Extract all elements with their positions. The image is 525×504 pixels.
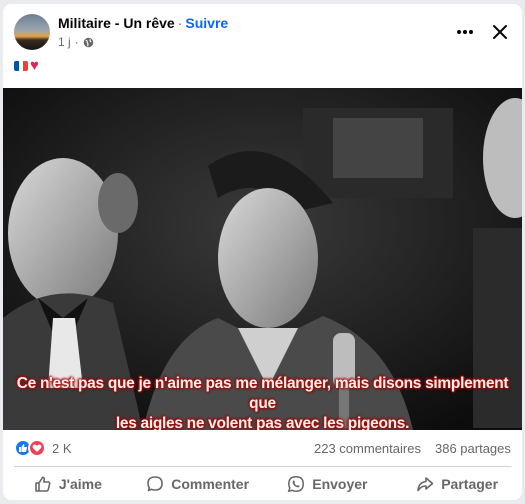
more-icon xyxy=(457,30,473,34)
like-label: J'aime xyxy=(58,475,102,492)
post-caption: ♥ xyxy=(14,57,39,74)
share-label: Partager xyxy=(441,475,499,492)
comment-label: Commenter xyxy=(171,475,250,492)
subtitle-line-1: Ce n'est pas que je n'aime pas me mélang… xyxy=(16,375,509,412)
reactions-summary[interactable]: 2 K xyxy=(14,439,72,457)
action-bar: J'aime Commenter Envoyer Partager xyxy=(3,467,522,500)
send-label: Envoyer xyxy=(312,475,368,492)
globe-icon xyxy=(83,37,93,47)
love-reaction-icon xyxy=(28,439,46,457)
close-button[interactable] xyxy=(486,18,514,46)
post-card: Militaire - Un rêve · Suivre 1 j · ♥ Ce … xyxy=(3,4,522,500)
share-button[interactable]: Partager xyxy=(392,467,522,500)
reaction-count: 2 K xyxy=(52,440,72,456)
france-flag-icon xyxy=(14,61,28,71)
post-header: Militaire - Un rêve · Suivre 1 j · ♥ xyxy=(3,4,522,88)
share-icon xyxy=(417,476,434,491)
send-button[interactable]: Envoyer xyxy=(263,467,393,500)
thumbs-up-icon xyxy=(35,476,51,492)
name-line: Militaire - Un rêve · Suivre xyxy=(58,15,228,31)
meta-separator: · xyxy=(74,35,79,49)
name-separator: · xyxy=(177,15,183,31)
heart-emoji: ♥ xyxy=(30,57,39,74)
shares-count[interactable]: 386 partages xyxy=(435,441,511,456)
follow-button[interactable]: Suivre xyxy=(185,15,228,31)
comment-button[interactable]: Commenter xyxy=(133,467,263,500)
post-time[interactable]: 1 j xyxy=(58,35,71,49)
whatsapp-icon xyxy=(287,475,305,492)
post-image[interactable]: Ce n'est pas que je n'aime pas me mélang… xyxy=(3,88,522,430)
subtitle-line-2: les aigles ne volent pas avec les pigeon… xyxy=(115,415,410,430)
more-options-button[interactable] xyxy=(451,20,479,44)
comments-count[interactable]: 223 commentaires xyxy=(314,441,421,456)
close-icon xyxy=(493,25,507,39)
page-avatar[interactable] xyxy=(14,14,50,50)
like-button[interactable]: J'aime xyxy=(3,467,133,500)
post-stats: 2 K 223 commentaires 386 partages xyxy=(3,430,522,466)
comment-icon xyxy=(147,475,164,491)
page-name[interactable]: Militaire - Un rêve xyxy=(58,15,175,31)
image-subtitle: Ce n'est pas que je n'aime pas me mélang… xyxy=(3,374,522,430)
post-meta: 1 j · xyxy=(58,35,94,49)
